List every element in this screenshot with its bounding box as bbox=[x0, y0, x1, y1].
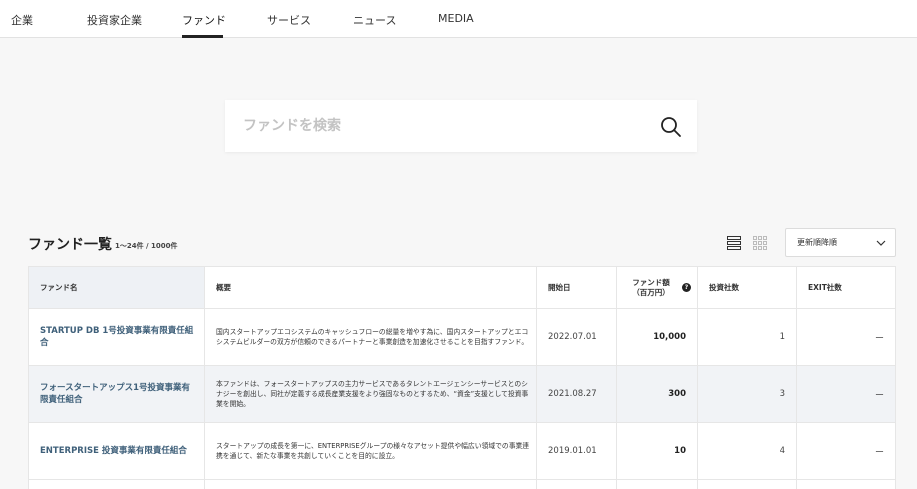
desc-cell: 国内スタートアップエコシステムのキャッシュフローの総量を増やす為に、国内スタート… bbox=[205, 309, 537, 365]
fund-investments: 3 bbox=[779, 389, 785, 399]
investments-cell: 4 bbox=[698, 423, 797, 479]
amount-cell bbox=[617, 480, 698, 489]
name-cell: STARTUP DB 1号投資事業有限責任組合 bbox=[28, 309, 205, 365]
desc-cell: スタートアップの成長を第一に、ENTERPRISEグループの様々なアセット提供や… bbox=[205, 423, 537, 479]
search-input[interactable] bbox=[243, 114, 643, 138]
fund-amount: 10,000 bbox=[653, 332, 686, 342]
fund-description: 本ファンドは、フォースタートアップスの主力サービスであるタレントエージェンシーサ… bbox=[216, 380, 529, 408]
amount-cell: 10 bbox=[617, 423, 698, 479]
date-cell bbox=[537, 480, 617, 489]
investments-cell: 1 bbox=[698, 309, 797, 365]
table-row: STARTUP DB 1号投資事業有限責任組合 国内スタートアップエコシステムの… bbox=[28, 309, 896, 366]
fund-start-date: 2019.01.01 bbox=[548, 446, 597, 456]
fund-description: 国内スタートアップエコシステムのキャッシュフローの総量を増やす為に、国内スタート… bbox=[216, 328, 529, 346]
fund-name-link[interactable]: ENTERPRISE 投資事業有限責任組合 bbox=[40, 445, 187, 457]
name-cell bbox=[28, 480, 205, 489]
investments-cell bbox=[698, 480, 797, 489]
investments-cell: 3 bbox=[698, 366, 797, 422]
fund-exits: ー bbox=[874, 333, 884, 344]
fund-investments: 4 bbox=[779, 446, 785, 456]
table-row: フォースタートアップス1号投資事業有限責任組合 本ファンドは、フォースタートアッ… bbox=[28, 366, 896, 423]
date-cell: 2019.01.01 bbox=[537, 423, 617, 479]
fund-table: ファンド名 概要 開始日 ファンド額 （百万円） ? 投資社数 EXIT社数 S… bbox=[28, 266, 896, 489]
nav-item-funds[interactable]: ファンド bbox=[182, 12, 226, 28]
amount-cell: 10,000 bbox=[617, 309, 698, 365]
header-fund-amount-label: ファンド額 （百万円） bbox=[632, 277, 670, 297]
sort-select[interactable]: 更新順降順 bbox=[785, 228, 896, 257]
exits-cell: ー bbox=[797, 423, 896, 479]
sort-selected-value: 更新順降順 bbox=[797, 238, 837, 247]
table-row bbox=[28, 480, 896, 489]
top-navigation: 企業 投資家企業 ファンド サービス ニュース MEDIA bbox=[0, 0, 917, 38]
help-icon[interactable]: ? bbox=[682, 283, 691, 292]
header-description: 概要 bbox=[205, 267, 537, 308]
fund-name-link[interactable]: STARTUP DB 1号投資事業有限責任組合 bbox=[40, 325, 198, 349]
header-investments[interactable]: 投資社数 bbox=[698, 267, 797, 308]
exits-cell: ー bbox=[797, 366, 896, 422]
table-row: ENTERPRISE 投資事業有限責任組合 スタートアップの成長を第一に、ENT… bbox=[28, 423, 896, 480]
header-exits[interactable]: EXIT社数 bbox=[797, 267, 896, 308]
fund-start-date: 2021.08.27 bbox=[548, 389, 597, 399]
search-icon[interactable] bbox=[660, 116, 682, 138]
grid-view-icon[interactable] bbox=[753, 236, 767, 250]
amount-cell: 300 bbox=[617, 366, 698, 422]
fund-exits: ー bbox=[874, 390, 884, 401]
header-start-date[interactable]: 開始日 bbox=[537, 267, 617, 308]
nav-item-services[interactable]: サービス bbox=[267, 12, 311, 28]
name-cell: フォースタートアップス1号投資事業有限責任組合 bbox=[28, 366, 205, 422]
date-cell: 2021.08.27 bbox=[537, 366, 617, 422]
nav-item-investors[interactable]: 投資家企業 bbox=[87, 12, 142, 28]
header-fund-amount[interactable]: ファンド額 （百万円） ? bbox=[617, 267, 698, 308]
list-view-icon[interactable] bbox=[727, 236, 741, 250]
nav-item-companies[interactable]: 企業 bbox=[11, 12, 33, 28]
fund-description: スタートアップの成長を第一に、ENTERPRISEグループの様々なアセット提供や… bbox=[216, 442, 530, 460]
nav-item-media[interactable]: MEDIA bbox=[438, 12, 474, 25]
chevron-down-icon bbox=[876, 240, 886, 246]
fund-start-date: 2022.07.01 bbox=[548, 332, 597, 342]
fund-name-link[interactable]: フォースタートアップス1号投資事業有限責任組合 bbox=[40, 382, 198, 406]
fund-amount: 10 bbox=[674, 446, 686, 456]
exits-cell bbox=[797, 480, 896, 489]
active-tab-indicator bbox=[182, 35, 223, 38]
search-box bbox=[225, 100, 697, 152]
exits-cell: ー bbox=[797, 309, 896, 365]
fund-amount: 300 bbox=[668, 389, 686, 399]
date-cell: 2022.07.01 bbox=[537, 309, 617, 365]
list-count: 1～24件 / 1000件 bbox=[115, 242, 178, 250]
desc-cell bbox=[205, 480, 537, 489]
fund-exits: ー bbox=[874, 447, 884, 458]
desc-cell: 本ファンドは、フォースタートアップスの主力サービスであるタレントエージェンシーサ… bbox=[205, 366, 537, 422]
nav-item-news[interactable]: ニュース bbox=[353, 12, 396, 28]
fund-investments: 1 bbox=[779, 332, 785, 342]
header-fund-name[interactable]: ファンド名 bbox=[28, 267, 205, 308]
table-header-row: ファンド名 概要 開始日 ファンド額 （百万円） ? 投資社数 EXIT社数 bbox=[28, 267, 896, 309]
name-cell: ENTERPRISE 投資事業有限責任組合 bbox=[28, 423, 205, 479]
list-title: ファンド一覧 bbox=[28, 237, 112, 253]
